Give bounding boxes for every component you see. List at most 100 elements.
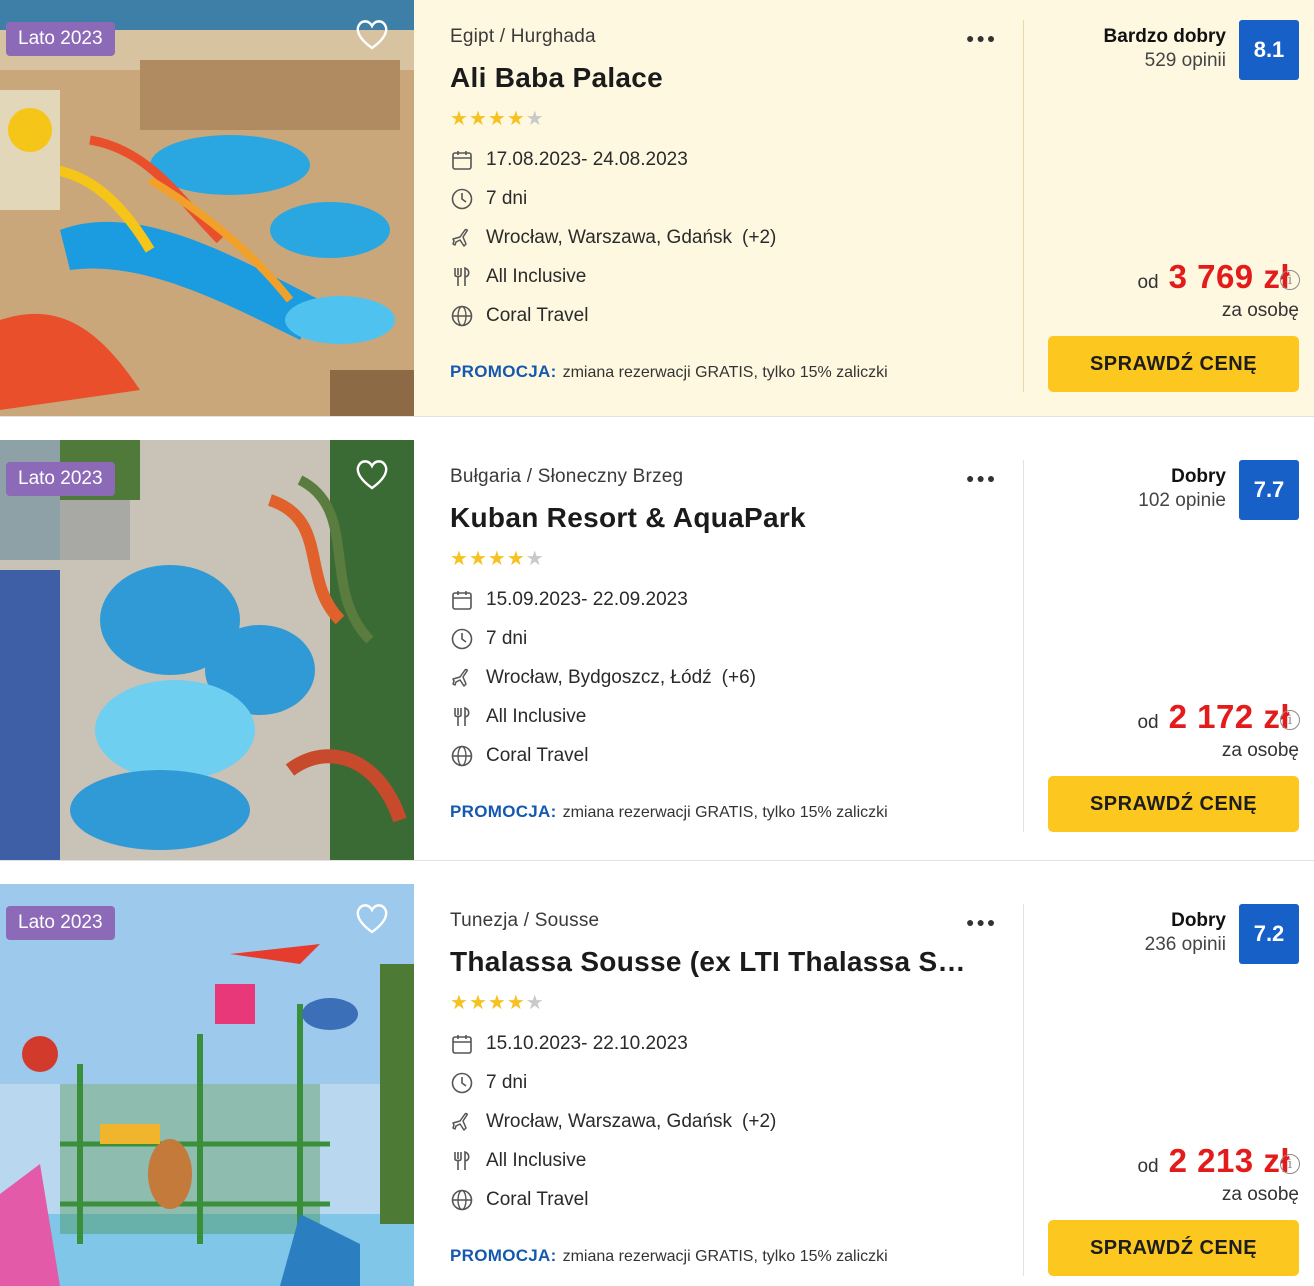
hotel-name[interactable]: Thalassa Sousse (ex LTI Thalassa Sousse) [450, 946, 970, 978]
duration-text: 7 dni [486, 1072, 528, 1093]
operator-text: Coral Travel [486, 745, 589, 766]
more-dots-icon[interactable]: ●●● [966, 30, 997, 46]
rating-count[interactable]: 529 opinii [1145, 50, 1226, 72]
clock-icon [450, 187, 474, 211]
price-column: Dobry 102 opinie 7.7 od 2 172 zł i za os… [1024, 440, 1314, 860]
price-line: od 2 213 zł [1137, 1142, 1290, 1180]
operator-row: Coral Travel [450, 742, 588, 770]
dates-text: 17.08.2023- 24.08.2023 [486, 149, 688, 170]
cutlery-icon [450, 1149, 474, 1173]
operator-text: Coral Travel [486, 305, 589, 326]
hotel-photo[interactable]: Lato 2023 [0, 440, 414, 860]
star-empty-icon: ★ [525, 548, 545, 570]
airports-text: Wrocław, Warszawa, Gdańsk [486, 1111, 733, 1132]
hotel-photo[interactable]: Lato 2023 [0, 0, 414, 416]
price-value: 3 769 zł [1168, 258, 1290, 295]
star-rating: ★★★★★ [450, 990, 545, 1015]
price-value: 2 213 zł [1168, 1142, 1290, 1179]
season-badge: Lato 2023 [6, 22, 115, 56]
promo-line: PROMOCJA: zmiana rezerwacji GRATIS, tylko… [450, 1246, 888, 1266]
price-line: od 3 769 zł [1137, 258, 1290, 296]
cutlery-icon [450, 265, 474, 289]
star-icon: ★ [450, 992, 469, 1014]
rating-count[interactable]: 102 opinie [1138, 490, 1226, 512]
hotel-name[interactable]: Ali Baba Palace [450, 62, 970, 94]
star-empty-icon: ★ [525, 108, 545, 130]
heart-icon[interactable] [353, 16, 391, 52]
airports-row: Wrocław, Bydgoszcz, Łódź (+6) [450, 664, 756, 692]
price-line: od 2 172 zł [1137, 698, 1290, 736]
hotel-photo[interactable]: Lato 2023 [0, 884, 414, 1286]
star-icon: ★ [506, 108, 526, 130]
more-dots-icon[interactable]: ●●● [966, 914, 997, 930]
check-price-button[interactable]: SPRAWDŹ CENĘ [1048, 776, 1299, 832]
more-dots-icon[interactable]: ●●● [966, 470, 997, 486]
airports-row: Wrocław, Warszawa, Gdańsk (+2) [450, 224, 776, 252]
operator-row: Coral Travel [450, 302, 588, 330]
hotel-name[interactable]: Kuban Resort & AquaPark [450, 502, 970, 534]
plane-icon [450, 1110, 474, 1134]
duration-row: 7 dni [450, 1069, 527, 1097]
airports-more[interactable]: (+2) [742, 1111, 776, 1133]
airports-more[interactable]: (+6) [722, 667, 756, 689]
rating-score-badge: 7.2 [1239, 904, 1299, 964]
check-price-button[interactable]: SPRAWDŹ CENĘ [1048, 1220, 1299, 1276]
promo-text: zmiana rezerwacji GRATIS, tylko 15% zali… [562, 364, 888, 381]
heart-icon[interactable] [353, 900, 391, 936]
star-empty-icon: ★ [525, 992, 545, 1014]
per-person-label: za osobę [1221, 1184, 1299, 1205]
price-from-label: od [1137, 712, 1159, 733]
per-person-label: za osobę [1221, 740, 1299, 761]
operator-row: Coral Travel [450, 1186, 588, 1214]
star-icon: ★ [487, 992, 507, 1014]
hotel-photo-water-playground [0, 884, 414, 1286]
board-text: All Inclusive [486, 1150, 587, 1171]
duration-text: 7 dni [486, 188, 528, 209]
season-badge: Lato 2023 [6, 906, 115, 940]
clock-icon [450, 1071, 474, 1095]
board-text: All Inclusive [486, 266, 587, 287]
star-icon: ★ [487, 108, 507, 130]
duration-row: 7 dni [450, 185, 527, 213]
location[interactable]: Tunezja / Sousse [450, 910, 599, 932]
offer-card[interactable]: Lato 2023 Bułgaria / Słoneczny Brzeg ●●●… [0, 440, 1314, 860]
star-icon: ★ [450, 108, 469, 130]
location[interactable]: Egipt / Hurghada [450, 26, 596, 48]
board-row: All Inclusive [450, 1147, 586, 1175]
hotel-photo-pools [0, 440, 414, 860]
hotel-photo-aquapark [0, 0, 414, 416]
calendar-icon [450, 1032, 474, 1056]
price-from-label: od [1137, 1156, 1159, 1177]
promo-label: PROMOCJA: [450, 802, 557, 821]
globe-icon [450, 744, 474, 768]
info-icon[interactable]: i [1280, 270, 1300, 290]
rating-word: Dobry [1171, 910, 1226, 931]
per-person-label: za osobę [1221, 300, 1299, 321]
info-icon[interactable]: i [1280, 1154, 1300, 1174]
star-rating: ★★★★★ [450, 546, 545, 571]
dates-row: 17.08.2023- 24.08.2023 [450, 146, 688, 174]
offer-card[interactable]: Lato 2023 Tunezja / Sousse ●●● Thalassa … [0, 884, 1314, 1286]
airports-more[interactable]: (+2) [742, 227, 776, 249]
location[interactable]: Bułgaria / Słoneczny Brzeg [450, 466, 683, 488]
calendar-icon [450, 148, 474, 172]
star-icon: ★ [450, 548, 469, 570]
heart-icon[interactable] [353, 456, 391, 492]
rating-count[interactable]: 236 opinii [1145, 934, 1226, 956]
airports-text: Wrocław, Warszawa, Gdańsk [486, 227, 733, 248]
globe-icon [450, 304, 474, 328]
offer-info: Bułgaria / Słoneczny Brzeg ●●● Kuban Res… [450, 440, 1010, 860]
card-separator [0, 860, 1314, 861]
promo-line: PROMOCJA: zmiana rezerwacji GRATIS, tylko… [450, 362, 888, 382]
plane-icon [450, 226, 474, 250]
price-column: Bardzo dobry 529 opinii 8.1 od 3 769 zł … [1024, 0, 1314, 416]
info-icon[interactable]: i [1280, 710, 1300, 730]
dates-text: 15.10.2023- 22.10.2023 [486, 1033, 688, 1054]
promo-label: PROMOCJA: [450, 362, 557, 381]
check-price-button[interactable]: SPRAWDŹ CENĘ [1048, 336, 1299, 392]
promo-text: zmiana rezerwacji GRATIS, tylko 15% zali… [562, 1248, 888, 1265]
operator-text: Coral Travel [486, 1189, 589, 1210]
offer-card[interactable]: Lato 2023 Egipt / Hurghada ●●● Ali Baba … [0, 0, 1314, 416]
price-value: 2 172 zł [1168, 698, 1290, 735]
globe-icon [450, 1188, 474, 1212]
